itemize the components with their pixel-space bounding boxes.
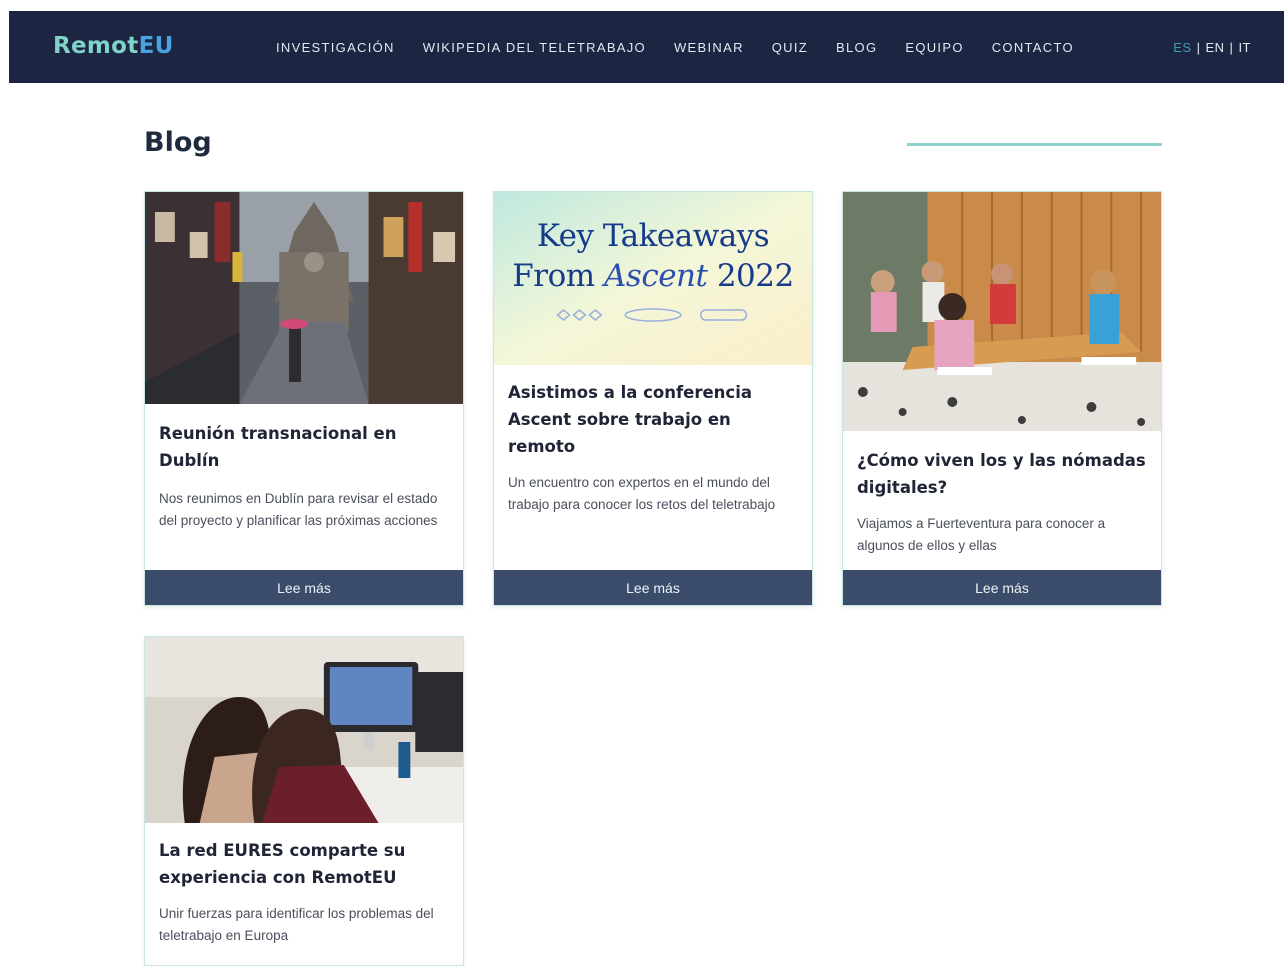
nav-link-equipo[interactable]: EQUIPO	[905, 40, 963, 55]
nav-link-webinar[interactable]: WEBINAR	[674, 40, 744, 55]
ascent-heading-from: From	[512, 258, 605, 294]
nav-link-contacto[interactable]: CONTACTO	[992, 40, 1074, 55]
card-title[interactable]: La red EURES comparte su experiencia con…	[159, 837, 449, 891]
card-image-ascent-2022[interactable]: Key Takeaways From Ascent 2022	[494, 192, 812, 365]
card-image-eures-meeting[interactable]	[145, 637, 463, 823]
lang-separator: |	[1196, 39, 1201, 55]
remoteu-logo[interactable]: RemotEU	[53, 33, 174, 59]
ascent-heading-year: 2022	[707, 258, 794, 294]
card-excerpt: Viajamos a Fuerteventura para conocer a …	[857, 516, 1106, 553]
nav-link-investigacion[interactable]: INVESTIGACIÓN	[276, 40, 395, 55]
page-title: Blog	[144, 127, 212, 158]
card-image-digital-nomads[interactable]	[843, 192, 1161, 431]
logo-eu: EU	[138, 33, 174, 59]
language-switcher: ES | EN | IT	[1173, 11, 1251, 83]
card-body: Reunión transnacional en Dublín Nos reun…	[145, 404, 463, 531]
logo-letter: R	[53, 33, 72, 59]
ascent-heading-line1: Key Takeaways	[536, 218, 770, 254]
card-body: La red EURES comparte su experiencia con…	[145, 823, 463, 946]
logo-text: emot	[71, 33, 139, 59]
lang-es[interactable]: ES	[1173, 40, 1191, 55]
main-menu: INVESTIGACIÓN WIKIPEDIA DEL TELETRABAJO …	[276, 11, 1102, 83]
card-excerpt: Un encuentro con expertos en el mundo de…	[508, 475, 776, 512]
card-title[interactable]: Reunión transnacional en Dublín	[159, 420, 449, 474]
lang-separator: |	[1229, 39, 1234, 55]
card-title[interactable]: Asistimos a la conferencia Ascent sobre …	[508, 379, 798, 460]
lang-it[interactable]: IT	[1238, 40, 1251, 55]
ascent-heading-line2: From Ascent 2022	[494, 256, 812, 296]
blog-card: ¿Cómo viven los y las nómadas digitales?…	[842, 191, 1162, 606]
read-more-button[interactable]: Lee más	[494, 570, 812, 605]
blog-card: Reunión transnacional en Dublín Nos reun…	[144, 191, 464, 606]
top-navbar: RemotEU INVESTIGACIÓN WIKIPEDIA DEL TELE…	[9, 11, 1284, 83]
ascent-image-heading: Key Takeaways From Ascent 2022	[494, 216, 812, 296]
nav-link-blog[interactable]: BLOG	[836, 40, 877, 55]
card-excerpt: Unir fuerzas para identificar los proble…	[159, 906, 434, 943]
lang-en[interactable]: EN	[1205, 40, 1224, 55]
blog-card: La red EURES comparte su experiencia con…	[144, 636, 464, 966]
ascent-heading-brand: Ascent	[604, 258, 708, 294]
blog-card: Key Takeaways From Ascent 2022 Asistimos…	[493, 191, 813, 606]
read-more-button[interactable]: Lee más	[843, 570, 1161, 605]
card-body: ¿Cómo viven los y las nómadas digitales?…	[843, 431, 1161, 556]
card-title[interactable]: ¿Cómo viven los y las nómadas digitales?	[857, 447, 1147, 501]
nav-link-wikipedia[interactable]: WIKIPEDIA DEL TELETRABAJO	[423, 40, 646, 55]
title-divider	[907, 143, 1162, 146]
card-body: Asistimos a la conferencia Ascent sobre …	[494, 365, 812, 515]
nav-link-quiz[interactable]: QUIZ	[772, 40, 808, 55]
read-more-button[interactable]: Lee más	[145, 570, 463, 605]
card-image-dublin-street[interactable]	[145, 192, 463, 404]
card-excerpt: Nos reunimos en Dublín para revisar el e…	[159, 491, 438, 528]
